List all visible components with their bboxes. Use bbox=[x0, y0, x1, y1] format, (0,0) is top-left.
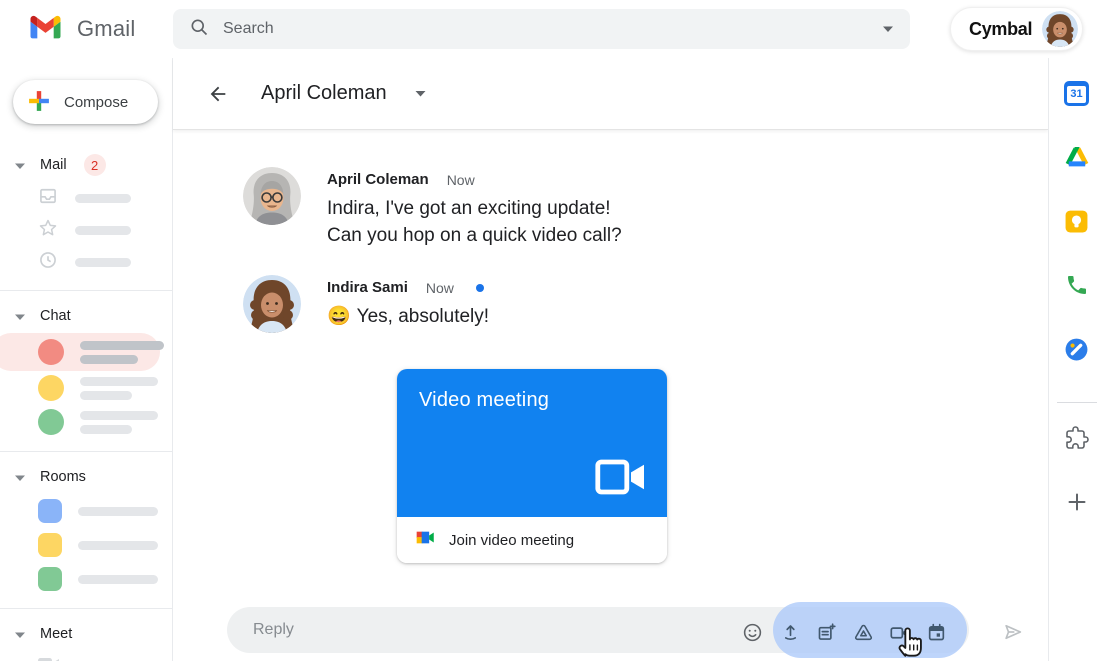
meet-section-header[interactable]: Meet bbox=[0, 617, 172, 651]
clock-icon bbox=[38, 250, 58, 275]
drive-outline-icon[interactable] bbox=[852, 621, 874, 643]
message-time: Now bbox=[447, 172, 475, 188]
room-item[interactable] bbox=[0, 528, 172, 562]
message-list: April Coleman Now Indira, I've got an ex… bbox=[173, 131, 1048, 589]
send-icon[interactable] bbox=[1002, 621, 1024, 643]
conversation-pane: April Coleman bbox=[173, 58, 1048, 661]
join-video-meeting-label: Join video meeting bbox=[449, 532, 574, 549]
chevron-down-icon[interactable] bbox=[15, 307, 25, 325]
add-plus-icon[interactable] bbox=[1064, 489, 1090, 515]
calendar-day-label: 31 bbox=[1067, 86, 1086, 103]
conversation-title: April Coleman bbox=[261, 82, 387, 105]
chat-item-selected[interactable] bbox=[0, 333, 160, 371]
search-icon[interactable] bbox=[189, 17, 209, 42]
videocam-composer-icon[interactable] bbox=[888, 621, 910, 643]
pen-circle-icon[interactable] bbox=[1064, 336, 1090, 362]
sender-name: April Coleman bbox=[327, 171, 429, 188]
search-options-caret-icon[interactable] bbox=[882, 20, 894, 38]
mail-item-snoozed[interactable] bbox=[0, 246, 172, 278]
message-april: April Coleman Now Indira, I've got an ex… bbox=[243, 167, 1048, 249]
meet-item[interactable] bbox=[0, 651, 172, 661]
room-item[interactable] bbox=[0, 494, 172, 528]
mail-item-inbox[interactable] bbox=[0, 182, 172, 214]
section-chat: Chat bbox=[0, 290, 172, 439]
join-video-meeting-button[interactable]: Join video meeting bbox=[397, 517, 667, 563]
gmail-wordmark: Gmail bbox=[77, 16, 135, 42]
videocam-outline-icon bbox=[595, 458, 647, 501]
message-time: Now bbox=[426, 280, 454, 296]
chevron-down-icon[interactable] bbox=[15, 468, 25, 486]
emoji-icon[interactable] bbox=[741, 621, 763, 643]
video-meeting-title: Video meeting bbox=[419, 389, 549, 412]
room-item[interactable] bbox=[0, 562, 172, 596]
google-meet-icon bbox=[415, 529, 435, 551]
topbar: Gmail Cymbal bbox=[0, 0, 1104, 58]
emoji-grin: 😄 bbox=[327, 306, 351, 327]
account-pill[interactable]: Cymbal bbox=[950, 7, 1083, 51]
apps-rail: 31 bbox=[1048, 58, 1104, 661]
mail-label: Mail bbox=[40, 157, 67, 173]
room-avatar-blue bbox=[38, 499, 62, 523]
compose-button[interactable]: Compose bbox=[13, 80, 158, 124]
add-note-icon[interactable] bbox=[815, 621, 837, 643]
addons-puzzle-icon[interactable] bbox=[1064, 425, 1090, 451]
room-avatar-green bbox=[38, 567, 62, 591]
section-rooms: Rooms bbox=[0, 451, 172, 596]
chat-avatar-yellow bbox=[38, 375, 64, 401]
keep-icon[interactable] bbox=[1064, 208, 1090, 234]
gmail-logo-icon bbox=[30, 14, 61, 44]
message-text-line: Can you hop on a quick video call? bbox=[327, 222, 622, 249]
gmail-brand: Gmail bbox=[30, 14, 135, 44]
search-input[interactable] bbox=[223, 20, 882, 38]
chat-label: Chat bbox=[40, 308, 71, 324]
room-avatar-yellow bbox=[38, 533, 62, 557]
message-text-line: Indira, I've got an exciting update! bbox=[327, 195, 622, 222]
star-icon bbox=[38, 218, 58, 243]
meet-label: Meet bbox=[40, 626, 72, 642]
mail-unread-badge: 2 bbox=[84, 154, 106, 176]
sender-name: Indira Sami bbox=[327, 279, 408, 296]
gmail-app: Gmail Cymbal bbox=[0, 0, 1104, 661]
inbox-icon bbox=[38, 186, 58, 211]
message-indira: Indira Sami Now 😄 Yes, absolutely! bbox=[243, 275, 1048, 333]
rooms-label: Rooms bbox=[40, 469, 86, 485]
video-meeting-card-header[interactable]: Video meeting bbox=[397, 369, 667, 517]
section-meet: Meet bbox=[0, 608, 172, 661]
reply-input[interactable] bbox=[253, 621, 613, 639]
phone-icon[interactable] bbox=[1064, 272, 1090, 298]
videocam-icon bbox=[38, 657, 60, 661]
search-bar[interactable] bbox=[173, 9, 910, 49]
conversation-menu-caret-icon[interactable] bbox=[415, 90, 426, 97]
rooms-section-header[interactable]: Rooms bbox=[0, 460, 172, 494]
sender-avatar-april[interactable] bbox=[243, 167, 301, 225]
calendar-icon[interactable]: 31 bbox=[1064, 80, 1090, 106]
chat-avatar-red bbox=[38, 339, 64, 365]
sidebar: Compose Mail 2 bbox=[0, 58, 173, 661]
composer bbox=[173, 589, 1048, 661]
compose-label: Compose bbox=[64, 94, 128, 111]
presence-dot bbox=[476, 284, 484, 292]
message-text: Yes, absolutely! bbox=[357, 306, 489, 327]
user-avatar[interactable] bbox=[1042, 11, 1078, 47]
drive-icon[interactable] bbox=[1064, 144, 1090, 170]
mail-item-starred[interactable] bbox=[0, 214, 172, 246]
calendar-composer-icon[interactable] bbox=[925, 621, 947, 643]
workspace-brand-label: Cymbal bbox=[969, 19, 1032, 40]
chat-item[interactable] bbox=[0, 371, 172, 405]
sender-avatar-indira[interactable] bbox=[243, 275, 301, 333]
back-button[interactable] bbox=[205, 81, 231, 107]
conversation-header: April Coleman bbox=[173, 58, 1048, 130]
chat-item[interactable] bbox=[0, 405, 172, 439]
rail-divider bbox=[1057, 402, 1097, 403]
upload-icon[interactable] bbox=[779, 621, 801, 643]
section-mail: Mail 2 bbox=[0, 148, 172, 278]
chat-section-header[interactable]: Chat bbox=[0, 299, 172, 333]
chat-avatar-green bbox=[38, 409, 64, 435]
video-meeting-card[interactable]: Video meeting bbox=[397, 369, 667, 563]
chevron-down-icon[interactable] bbox=[15, 156, 25, 174]
chevron-down-icon[interactable] bbox=[15, 625, 25, 643]
mail-section-header[interactable]: Mail 2 bbox=[0, 148, 172, 182]
compose-plus-icon bbox=[28, 90, 50, 115]
